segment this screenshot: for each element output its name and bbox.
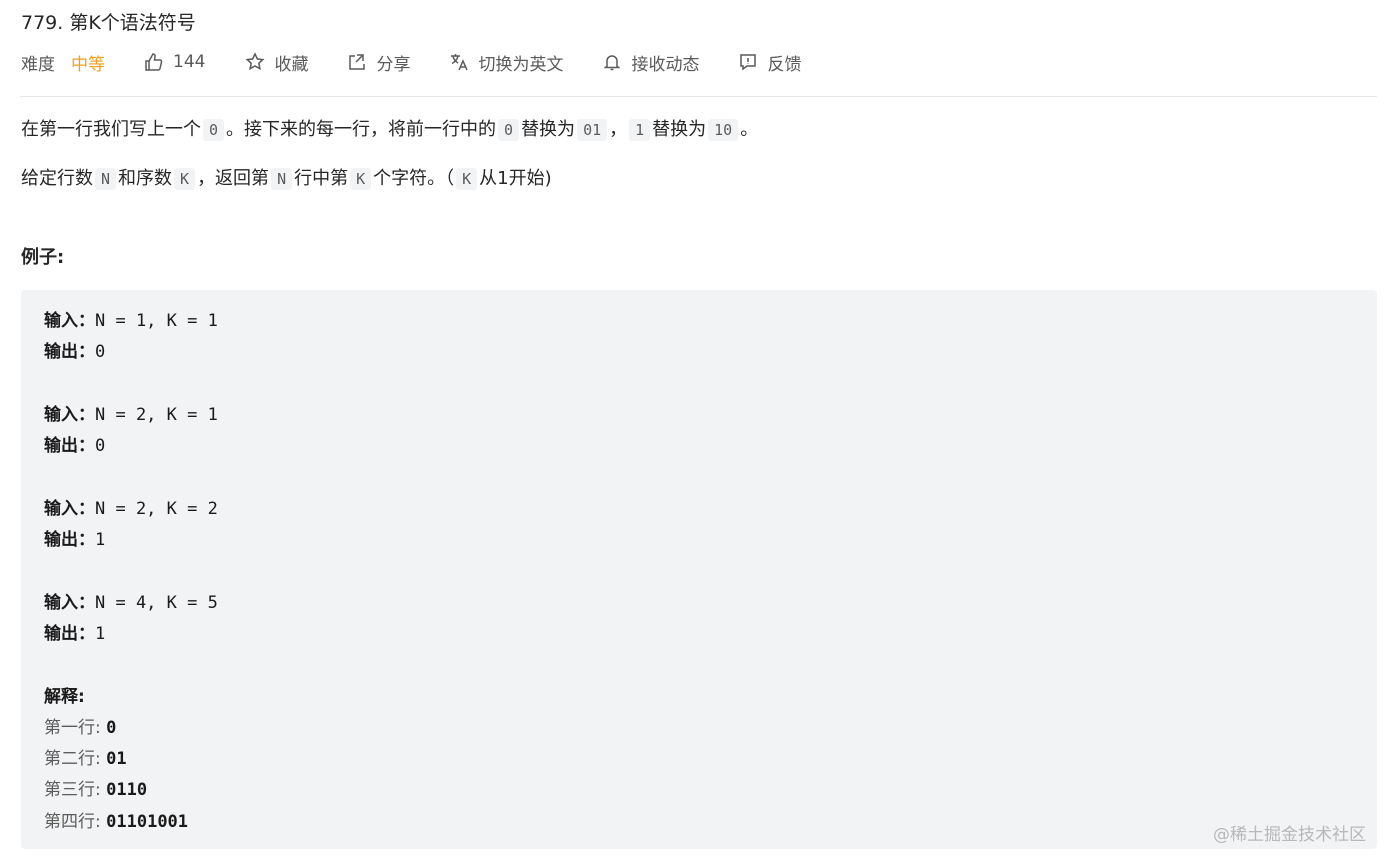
explanation-label: 解释: — [44, 686, 85, 707]
share-icon — [349, 54, 366, 70]
inline-code: 0 — [498, 119, 520, 141]
share-button[interactable]: 分享 — [347, 50, 410, 75]
problem-title: 779. 第K个语法符号 — [21, 12, 196, 34]
switch-language-button[interactable]: 切换为英文 — [449, 50, 563, 75]
description-paragraph-1: 在第一行我们写上一个 0 。接下来的每一行，将前一行中的 0 替换为 01， 1 替换为 10。 — [21, 119, 759, 141]
favorite-button[interactable]: 收藏 — [245, 50, 308, 75]
inline-code: K — [174, 168, 196, 190]
inline-code: 10 — [708, 119, 739, 141]
feedback-icon — [740, 54, 757, 71]
like-count: 144 — [173, 52, 206, 72]
output-label: 输出： — [44, 530, 95, 551]
share-label: 分享 — [376, 54, 411, 75]
output-label: 输出： — [44, 436, 95, 457]
explanation-row: 第一行: 0 — [44, 717, 117, 738]
input-label: 输入： — [44, 498, 95, 519]
inline-code: K — [456, 168, 478, 190]
example-output: 1 — [95, 530, 106, 551]
description-paragraph-2: 给定行数 N 和序数 K ，返回第 N 行中第 K 个字符。（ K 从1开始) — [21, 168, 552, 190]
output-label: 输出： — [44, 342, 95, 363]
translate-icon — [451, 54, 469, 71]
example-input: N = 2, K = 2 — [95, 498, 218, 519]
star-icon — [245, 52, 265, 71]
bell-icon — [604, 55, 621, 71]
example-input: N = 1, K = 1 — [95, 311, 218, 331]
inline-code: N — [95, 168, 117, 190]
feedback-button[interactable]: 反馈 — [738, 50, 801, 75]
explanation-row: 第二行: 01 — [44, 749, 127, 770]
explanation-row: 第三行: 0110 — [44, 780, 148, 801]
example-input: N = 4, K = 5 — [95, 592, 218, 613]
subscribe-button[interactable]: 接收动态 — [602, 50, 699, 75]
problem-meta-bar: 难度 中等 144 收藏 分享 切换为英文 接收动态 反馈 — [21, 48, 801, 76]
difficulty-value: 中等 — [71, 54, 105, 75]
examples-heading: 例子: — [21, 247, 65, 268]
difficulty-label: 难度 — [21, 54, 55, 75]
input-label: 输入： — [44, 404, 95, 425]
like-button[interactable]: 144 — [144, 52, 205, 72]
explanation-row: 第四行: 01101001 — [44, 811, 189, 832]
example-output: 1 — [95, 623, 106, 644]
inline-code: K — [350, 168, 372, 190]
watermark: @稀土掘金技术社区 — [1213, 825, 1366, 845]
output-label: 输出： — [44, 623, 95, 644]
thumbs-up-icon — [145, 53, 163, 71]
inline-code: 1 — [629, 119, 651, 141]
feedback-label: 反馈 — [767, 54, 802, 75]
example-code-block: 输入：N = 1, K = 1 输出：0 输入：N = 2, K = 1 输出：… — [21, 290, 1377, 849]
subscribe-label: 接收动态 — [631, 54, 700, 75]
input-label: 输入： — [44, 592, 95, 613]
favorite-label: 收藏 — [274, 54, 309, 75]
divider — [20, 96, 1377, 97]
inline-code: 01 — [577, 119, 608, 141]
example-output: 0 — [95, 342, 106, 363]
input-label: 输入： — [44, 311, 95, 331]
inline-code: N — [271, 168, 293, 190]
example-output: 0 — [95, 436, 106, 457]
example-input: N = 2, K = 1 — [95, 404, 218, 425]
inline-code: 0 — [203, 119, 225, 141]
switch-language-label: 切换为英文 — [478, 54, 564, 75]
